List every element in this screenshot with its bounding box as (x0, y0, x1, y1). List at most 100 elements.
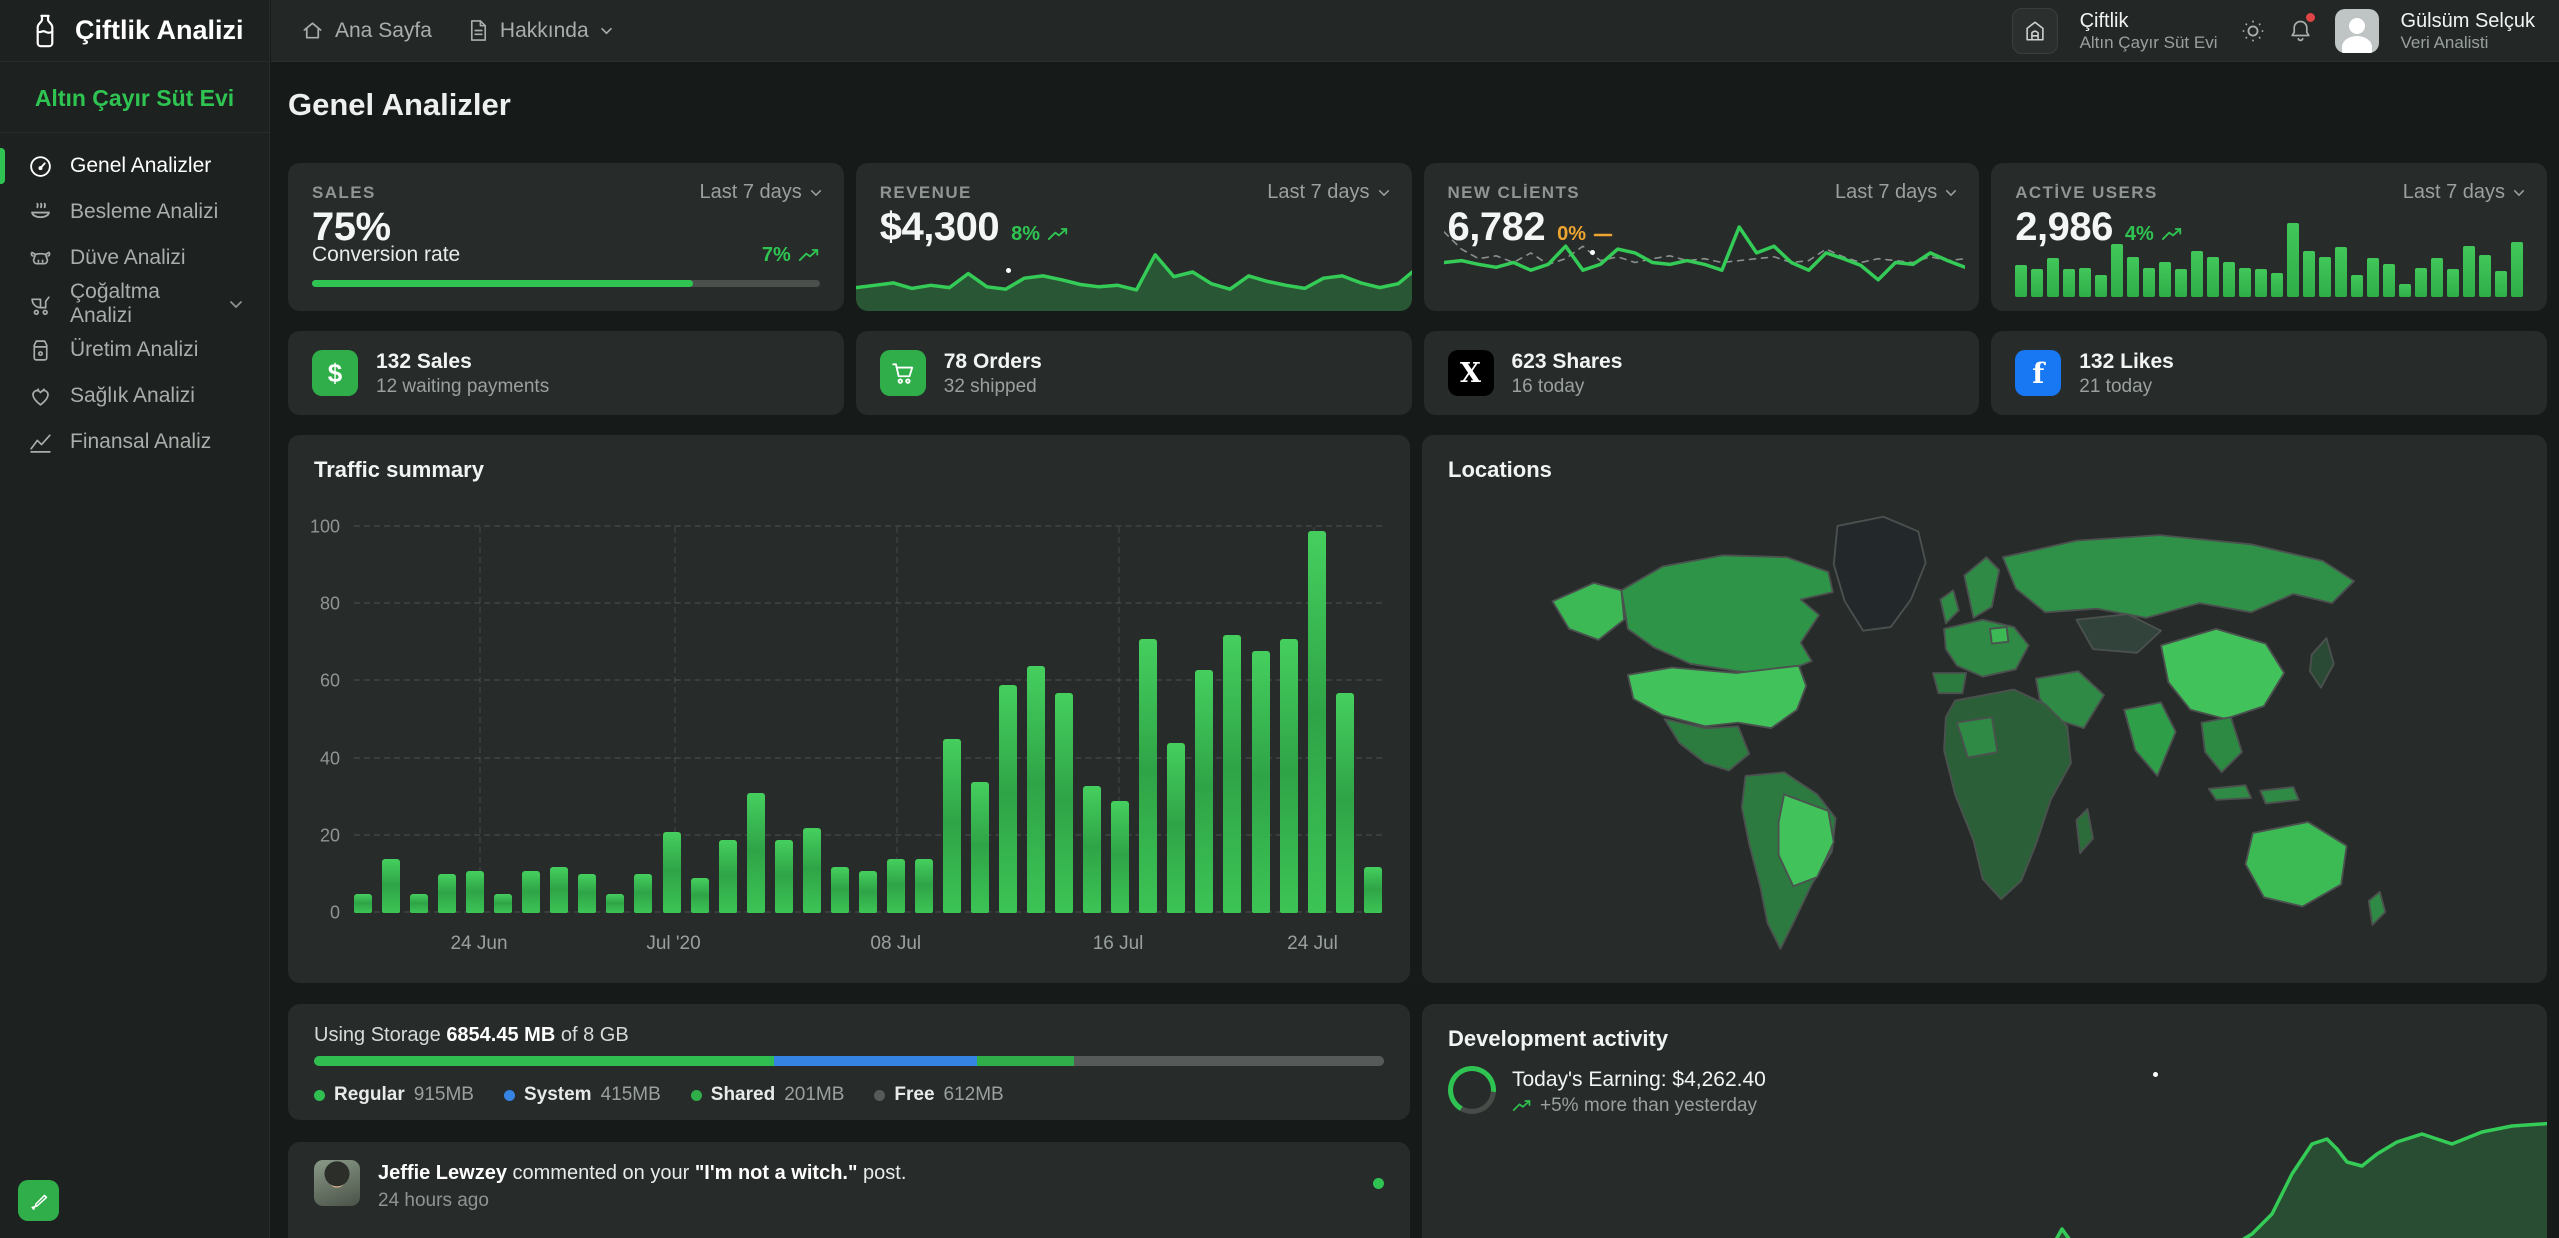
users-bar (2079, 268, 2091, 297)
traffic-title: Traffic summary (314, 457, 484, 483)
cow-icon (28, 246, 53, 271)
legend-item-shared: Shared201MB (691, 1084, 845, 1106)
sidebar-item-cogaltma-analizi[interactable]: Çoğaltma Analizi (0, 281, 269, 327)
x-axis-label: 24 Jul (1287, 933, 1338, 955)
traffic-bar (915, 859, 933, 913)
traffic-bar (550, 867, 568, 913)
sidebar-item-uretim-analizi[interactable]: Üretim Analizi (0, 327, 269, 373)
chevron-down-icon (600, 27, 613, 35)
legend-item-free: Free612MB (874, 1084, 1003, 1106)
users-minibar-chart (2015, 205, 2523, 297)
users-bar (2111, 244, 2123, 297)
storage-summary: Using Storage 6854.45 MB of 8 GB (314, 1024, 1384, 1047)
development-activity-panel: Development activity Today's Earning: $4… (1422, 1004, 2547, 1238)
notifications-button[interactable] (2288, 18, 2313, 44)
map-region-india (2124, 702, 2175, 776)
y-axis-label: 80 (320, 594, 340, 615)
app-title: Çiftlik Analizi (75, 15, 244, 46)
map-region-canada (1621, 555, 1832, 675)
map-region-spain (1933, 673, 1966, 693)
map-region-europe (1944, 620, 2029, 677)
users-bar (2367, 258, 2379, 297)
legend-dot (691, 1090, 702, 1101)
legend-name: Regular (334, 1084, 405, 1106)
theme-toggle[interactable] (2240, 18, 2266, 44)
period-label: Last 7 days (1267, 181, 1369, 204)
sidebar-item-saglik-analizi[interactable]: Sağlık Analizi (0, 373, 269, 419)
sidebar-item-label: Finansal Analiz (70, 430, 211, 454)
users-bar (2175, 269, 2187, 297)
chevron-down-icon (810, 189, 822, 197)
topbar: Ana Sayfa Hakkında Çiftlik Altın Çayır S… (271, 0, 2559, 62)
sidebar-item-genel-analizler[interactable]: Genel Analizler (0, 143, 269, 189)
period-dropdown[interactable]: Last 7 days (699, 181, 821, 204)
chevron-down-icon (2513, 189, 2525, 197)
theme-brush-button[interactable] (18, 1180, 59, 1221)
period-label: Last 7 days (1835, 181, 1937, 204)
traffic-bar (606, 894, 624, 913)
map-region-uk (1940, 590, 1958, 623)
period-dropdown[interactable]: Last 7 days (2403, 181, 2525, 204)
traffic-bar (1280, 639, 1298, 913)
period-dropdown[interactable]: Last 7 days (1835, 181, 1957, 204)
user-avatar[interactable] (2335, 9, 2379, 53)
traffic-bars (354, 527, 1382, 913)
mini-card-shares[interactable]: X 623 Shares 16 today (1424, 331, 1980, 415)
traffic-bar (1308, 531, 1326, 913)
chevron-down-icon (1945, 189, 1957, 197)
users-bar (2127, 257, 2139, 297)
map-region-madagascar (2076, 809, 2093, 853)
sidebar-item-label: Sağlık Analizi (70, 384, 195, 408)
org-badge[interactable] (2012, 8, 2058, 54)
home-icon (301, 19, 324, 42)
mini-card-subtitle: 21 today (2079, 375, 2174, 398)
sidebar-item-label: Besleme Analizi (70, 200, 218, 224)
stats-row: SALES Last 7 days 75% Conversion rate 7%… (288, 163, 2547, 311)
users-bar (2351, 275, 2363, 297)
dev-activity-title: Development activity (1448, 1026, 1668, 1052)
sidebar-item-finansal-analiz[interactable]: Finansal Analiz (0, 419, 269, 465)
x-logo-icon: X (1448, 350, 1494, 396)
storage-segment-regular (314, 1056, 774, 1066)
feed-bowl-icon (28, 200, 53, 225)
traffic-bar (466, 871, 484, 913)
mini-card-sales[interactable]: $ 132 Sales 12 waiting payments (288, 331, 844, 415)
user-role: Veri Analisti (2401, 33, 2536, 53)
mini-card-title: 623 Shares (1512, 349, 1623, 375)
stat-label: REVENUE (880, 183, 972, 203)
x-axis-label: 08 Jul (870, 933, 921, 955)
traffic-bar (1139, 639, 1157, 913)
sidebar-item-duve-analizi[interactable]: Düve Analizi (0, 235, 269, 281)
comment-item[interactable]: Jeffie Lewzey commented on your "I'm not… (314, 1160, 1384, 1212)
users-bar (2031, 269, 2043, 297)
traffic-bar (382, 859, 400, 913)
legend-item-regular: Regular915MB (314, 1084, 474, 1106)
dev-activity-chart (1422, 1104, 2547, 1238)
chevron-down-icon (1378, 189, 1390, 197)
traffic-bar (634, 874, 652, 913)
users-bar (2191, 251, 2203, 297)
users-bar (2287, 223, 2299, 297)
page-title: Genel Analizler (288, 87, 2547, 123)
user-name: Gülsüm Selçuk (2401, 9, 2536, 33)
mini-card-orders[interactable]: 78 Orders 32 shipped (856, 331, 1412, 415)
locations-title: Locations (1448, 457, 1552, 483)
dollar-icon: $ (312, 350, 358, 396)
x-axis-label: 16 Jul (1093, 933, 1144, 955)
users-bar (2431, 258, 2443, 297)
traffic-bar (578, 874, 596, 913)
users-bar (2399, 284, 2411, 297)
period-dropdown[interactable]: Last 7 days (1267, 181, 1389, 204)
comment-time: 24 hours ago (378, 1190, 906, 1212)
gauge-icon (28, 154, 53, 179)
nav-about[interactable]: Hakkında (468, 19, 613, 43)
nav-home[interactable]: Ana Sayfa (301, 19, 432, 43)
mini-card-subtitle: 32 shipped (944, 375, 1042, 398)
map-region-central-asia (2076, 614, 2161, 653)
app-logo-row: Çiftlik Analizi (0, 0, 269, 62)
sidebar-item-besleme-analizi[interactable]: Besleme Analizi (0, 189, 269, 235)
mini-card-subtitle: 12 waiting payments (376, 375, 549, 398)
mini-card-likes[interactable]: f 132 Likes 21 today (1991, 331, 2547, 415)
legend-dot (314, 1090, 325, 1101)
comment-card: Jeffie Lewzey commented on your "I'm not… (288, 1142, 1410, 1238)
